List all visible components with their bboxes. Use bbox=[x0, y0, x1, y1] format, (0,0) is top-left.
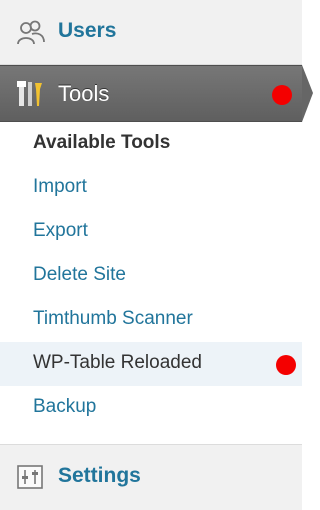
menu-item-users-label: Users bbox=[58, 19, 117, 42]
submenu-item-backup[interactable]: Backup bbox=[0, 386, 302, 430]
submenu-item-import[interactable]: Import bbox=[0, 166, 302, 210]
submenu-item-label: Backup bbox=[33, 396, 97, 417]
active-menu-pointer bbox=[302, 65, 313, 122]
submenu-item-label: Import bbox=[33, 176, 87, 197]
menu-item-tools[interactable]: Tools bbox=[0, 65, 302, 122]
submenu-item-label: WP-Table Reloaded bbox=[33, 352, 202, 373]
menu-item-settings[interactable]: Settings bbox=[0, 444, 302, 510]
submenu-item-delete-site[interactable]: Delete Site bbox=[0, 254, 302, 298]
admin-sidebar-menu: Users Tools Available Tools Import Expor… bbox=[0, 0, 313, 510]
submenu-item-label: Timthumb Scanner bbox=[33, 308, 193, 329]
submenu-item-export[interactable]: Export bbox=[0, 210, 302, 254]
update-badge bbox=[276, 355, 296, 375]
submenu-item-timthumb-scanner[interactable]: Timthumb Scanner bbox=[0, 298, 302, 342]
submenu-item-label: Export bbox=[33, 220, 88, 241]
users-icon bbox=[16, 20, 46, 46]
update-badge bbox=[272, 85, 292, 105]
tools-submenu: Available Tools Import Export Delete Sit… bbox=[0, 122, 302, 444]
submenu-item-wp-table-reloaded[interactable]: WP-Table Reloaded bbox=[0, 342, 302, 386]
tools-icon bbox=[16, 80, 46, 108]
submenu-item-label: Delete Site bbox=[33, 264, 126, 285]
menu-item-settings-label: Settings bbox=[58, 464, 141, 487]
menu-item-tools-label: Tools bbox=[58, 81, 110, 106]
submenu-heading[interactable]: Available Tools bbox=[0, 122, 302, 166]
settings-icon bbox=[16, 464, 46, 490]
menu-item-users[interactable]: Users bbox=[0, 0, 302, 65]
submenu-heading-label: Available Tools bbox=[33, 132, 171, 153]
